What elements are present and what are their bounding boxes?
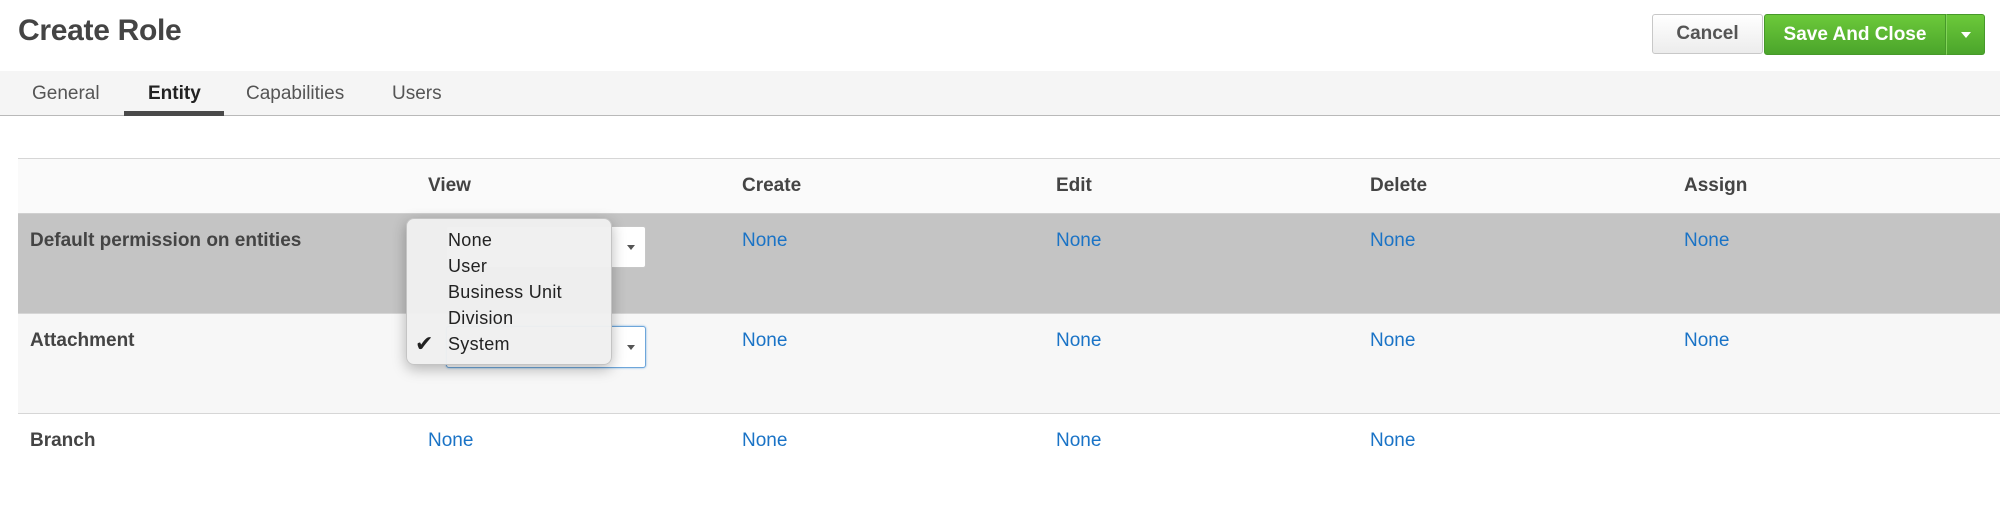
tab-entity[interactable]: Entity <box>148 71 201 116</box>
caret-down-icon <box>627 245 635 250</box>
entity-permissions-table: View Create Edit Delete Assign Default p… <box>18 158 2000 514</box>
edit-permission-link[interactable]: None <box>1056 230 1101 252</box>
active-tab-indicator <box>124 111 224 116</box>
save-and-close-button[interactable]: Save And Close <box>1764 14 1946 55</box>
save-options-toggle[interactable] <box>1946 14 1985 55</box>
assign-permission-link[interactable]: None <box>1684 230 1729 252</box>
delete-permission-link[interactable]: None <box>1370 230 1415 252</box>
table-header: View Create Edit Delete Assign <box>18 159 2000 214</box>
menu-option-label: Division <box>448 308 514 328</box>
delete-permission-link[interactable]: None <box>1370 330 1415 352</box>
menu-option-division[interactable]: Division <box>407 305 611 331</box>
checkmark-icon: ✔ <box>415 331 434 356</box>
create-permission-link[interactable]: None <box>742 430 787 452</box>
tab-general[interactable]: General <box>32 71 100 116</box>
menu-option-system[interactable]: ✔ System <box>407 331 611 357</box>
tab-capabilities[interactable]: Capabilities <box>246 71 344 116</box>
row-label: Default permission on entities <box>30 230 302 251</box>
cancel-button[interactable]: Cancel <box>1652 14 1763 54</box>
tab-users[interactable]: Users <box>392 71 442 116</box>
tab-bar: General Entity Capabilities Users <box>0 71 2000 116</box>
edit-permission-link[interactable]: None <box>1056 430 1101 452</box>
assign-permission-link[interactable]: None <box>1684 330 1729 352</box>
table-row: Attachment None None None None <box>18 314 2000 414</box>
menu-option-label: System <box>448 334 510 354</box>
edit-permission-link[interactable]: None <box>1056 330 1101 352</box>
create-permission-link[interactable]: None <box>742 330 787 352</box>
caret-down-icon <box>627 345 635 350</box>
table-row: Default permission on entities None None… <box>18 214 2000 314</box>
page-title: Create Role <box>18 14 182 47</box>
menu-option-label: Business Unit <box>448 282 562 302</box>
menu-option-none[interactable]: None <box>407 227 611 253</box>
column-header-delete: Delete <box>1370 175 1428 196</box>
menu-option-label: User <box>448 256 488 276</box>
create-permission-link[interactable]: None <box>742 230 787 252</box>
menu-option-user[interactable]: User <box>407 253 611 279</box>
delete-permission-link[interactable]: None <box>1370 430 1415 452</box>
menu-option-business-unit[interactable]: Business Unit <box>407 279 611 305</box>
row-label: Branch <box>30 430 96 451</box>
column-header-edit: Edit <box>1056 175 1092 196</box>
page-header: Create Role Cancel Save And Close <box>0 0 2000 71</box>
column-header-assign: Assign <box>1684 175 1748 196</box>
table-row: Branch None None None None <box>18 414 2000 514</box>
menu-option-label: None <box>448 230 493 250</box>
view-permission-link[interactable]: None <box>428 430 473 452</box>
caret-down-icon <box>1961 32 1971 38</box>
column-header-create: Create <box>742 175 802 196</box>
row-label: Attachment <box>30 330 135 351</box>
view-permission-dropdown-menu: None User Business Unit Division ✔ Syste… <box>406 218 612 365</box>
column-header-view: View <box>428 175 471 196</box>
save-and-close-split-button: Save And Close <box>1764 14 1985 55</box>
